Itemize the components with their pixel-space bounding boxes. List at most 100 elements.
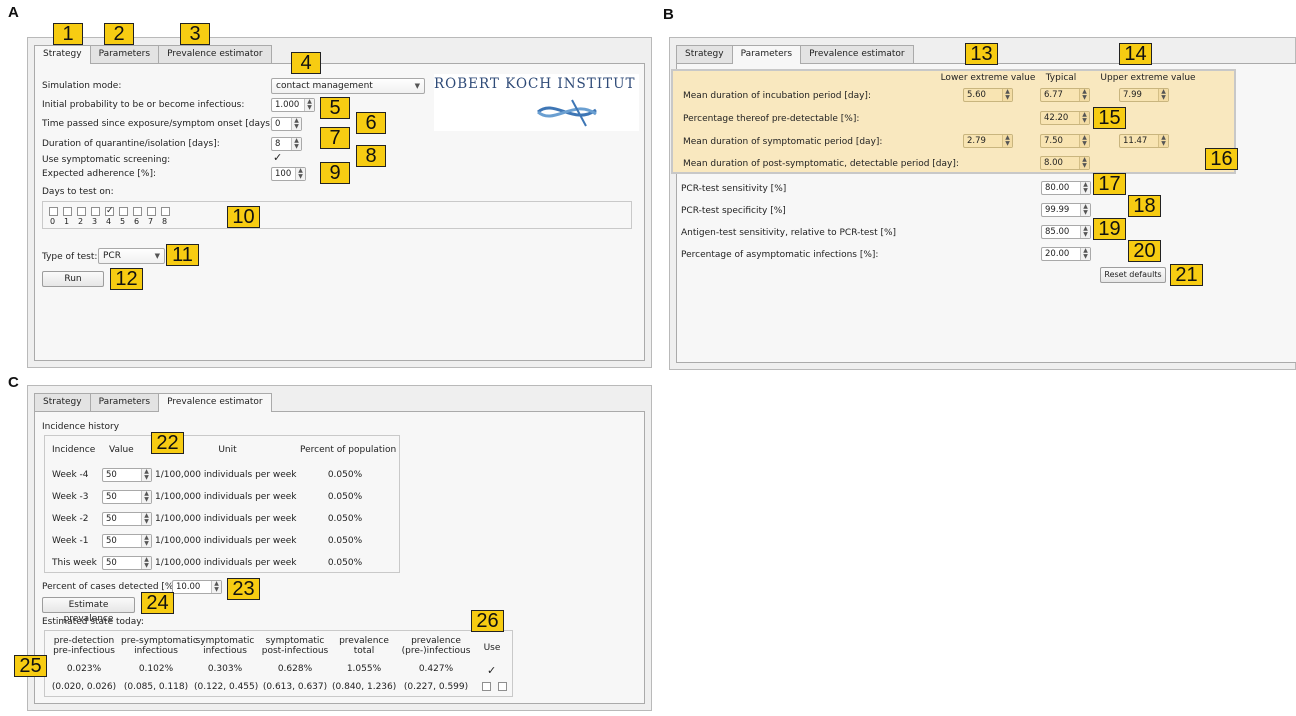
- state-header-6-line1: prevalence: [411, 636, 461, 646]
- adherence-value: 100: [275, 169, 292, 179]
- dna-helix-icon: [537, 99, 597, 127]
- tab-strategy[interactable]: Strategy: [34, 393, 91, 411]
- tab-prevalence-estimator[interactable]: Prevalence estimator: [158, 45, 272, 63]
- pcr-specificity-input[interactable]: 99.99 ▲ ▼: [1041, 203, 1091, 217]
- symptomatic-upper-input[interactable]: 11.47 ▲ ▼: [1119, 134, 1169, 148]
- spinner-arrows-icon[interactable]: ▲ ▼: [1158, 89, 1168, 101]
- spinner-arrows-icon[interactable]: ▲ ▼: [304, 99, 314, 111]
- incubation-typical-input[interactable]: 6.77 ▲ ▼: [1040, 88, 1090, 102]
- cases-detected-input[interactable]: 10.00 ▲ ▼: [172, 580, 222, 594]
- simulation-mode-select[interactable]: contact management ▼: [271, 78, 425, 94]
- tab-parameters[interactable]: Parameters: [89, 393, 160, 411]
- incidence-value-input[interactable]: 50 ▲ ▼: [102, 512, 152, 526]
- tab-bar: Strategy Parameters Prevalence estimator: [34, 393, 272, 412]
- use-range-checkbox-2[interactable]: [498, 682, 507, 691]
- state-header-4-line2: post-infectious: [261, 646, 329, 656]
- incubation-upper-input[interactable]: 7.99 ▲ ▼: [1119, 88, 1169, 102]
- badge-25: 25: [14, 655, 47, 677]
- symptomatic-lower-input[interactable]: 2.79 ▲ ▼: [963, 134, 1013, 148]
- tab-strategy[interactable]: Strategy: [34, 45, 91, 64]
- tab-prevalence-estimator[interactable]: Prevalence estimator: [800, 45, 914, 63]
- incidence-value-input[interactable]: 50 ▲ ▼: [102, 490, 152, 504]
- spinner-arrows-icon[interactable]: ▲ ▼: [141, 513, 151, 525]
- spinner-arrows-icon[interactable]: ▲ ▼: [1002, 89, 1012, 101]
- badge-17: 17: [1093, 173, 1126, 195]
- incidence-value-input[interactable]: 50 ▲ ▼: [102, 534, 152, 548]
- duration-input[interactable]: 8 ▲ ▼: [271, 137, 302, 151]
- incubation-lower-input[interactable]: 5.60 ▲ ▼: [963, 88, 1013, 102]
- estimate-prevalence-button[interactable]: Estimate prevalence: [42, 597, 135, 624]
- antigen-sensitivity-input[interactable]: 85.00 ▲ ▼: [1041, 225, 1091, 239]
- incidence-unit: 1/100,000 individuals per week: [155, 470, 297, 480]
- reset-defaults-button[interactable]: Reset defaults: [1100, 267, 1166, 283]
- tab-parameters[interactable]: Parameters: [89, 45, 160, 63]
- spinner-arrows-icon[interactable]: ▲ ▼: [1158, 135, 1168, 147]
- spinner-arrows-icon[interactable]: ▲ ▼: [141, 535, 151, 547]
- state-value-4: 0.628%: [277, 664, 313, 674]
- spinner-arrows-icon[interactable]: ▲ ▼: [211, 581, 221, 593]
- adherence-input[interactable]: 100 ▲ ▼: [271, 167, 306, 181]
- predetectable-typical-value: 42.20: [1044, 113, 1069, 123]
- day-checkbox-1[interactable]: [63, 207, 72, 216]
- spinner-arrows-icon[interactable]: ▲ ▼: [291, 138, 301, 150]
- test-type-select[interactable]: PCR ▼: [98, 248, 165, 264]
- state-header-2-line1: pre-symptomatic: [121, 636, 198, 646]
- badge-16: 16: [1205, 148, 1238, 170]
- spinner-arrows-icon[interactable]: ▲ ▼: [295, 168, 305, 180]
- spinner-arrows-icon[interactable]: ▲ ▼: [291, 118, 301, 130]
- predetectable-typical-input[interactable]: 42.20 ▲ ▼: [1040, 111, 1090, 125]
- day-checkbox-4[interactable]: ✓: [105, 207, 114, 216]
- badge-15: 15: [1093, 107, 1126, 129]
- spinner-arrows-icon[interactable]: ▲ ▼: [1080, 182, 1090, 194]
- run-button[interactable]: Run: [42, 271, 104, 287]
- day-checkbox-8[interactable]: [161, 207, 170, 216]
- use-range-checkbox-1[interactable]: [482, 682, 491, 691]
- day-checkbox-0[interactable]: [49, 207, 58, 216]
- symptomatic-typical-value: 7.50: [1044, 136, 1063, 146]
- day-checkbox-7[interactable]: [147, 207, 156, 216]
- spinner-arrows-icon[interactable]: ▲ ▼: [141, 557, 151, 569]
- table-row: Week -4 50 ▲ ▼ 1/100,000 individuals per wee…: [45, 467, 399, 483]
- incidence-percent: 0.050%: [327, 558, 363, 568]
- incubation-upper-value: 7.99: [1123, 90, 1142, 100]
- spinner-arrows-icon[interactable]: ▲ ▼: [1079, 157, 1089, 169]
- spinner-arrows-icon[interactable]: ▲ ▼: [1079, 89, 1089, 101]
- asymptomatic-value: 20.00: [1045, 249, 1070, 259]
- initial-probability-input[interactable]: 1.000 ▲ ▼: [271, 98, 315, 112]
- symptomatic-screening-checkbox[interactable]: ✓: [273, 152, 282, 163]
- symptomatic-typical-input[interactable]: 7.50 ▲ ▼: [1040, 134, 1090, 148]
- day-checkbox-6[interactable]: [133, 207, 142, 216]
- incidence-value-input[interactable]: 50 ▲ ▼: [102, 556, 152, 570]
- incidence-value-input[interactable]: 50 ▲ ▼: [102, 468, 152, 482]
- tab-strategy[interactable]: Strategy: [676, 45, 733, 63]
- badge-5: 5: [320, 97, 350, 119]
- incidence-week: Week -3: [52, 492, 89, 502]
- use-checkbox[interactable]: ✓: [487, 665, 496, 676]
- asymptomatic-input[interactable]: 20.00 ▲ ▼: [1041, 247, 1091, 261]
- spinner-arrows-icon[interactable]: ▲ ▼: [1002, 135, 1012, 147]
- incidence-value: 50: [106, 470, 117, 480]
- pcr-sensitivity-label: PCR-test sensitivity [%]: [681, 184, 787, 194]
- day-checkbox-5[interactable]: [119, 207, 128, 216]
- spinner-arrows-icon[interactable]: ▲ ▼: [1080, 226, 1090, 238]
- initial-probability-label: Initial probability to be or become infe…: [42, 100, 245, 110]
- initial-probability-value: 1.000: [275, 100, 300, 110]
- antigen-sensitivity-label: Antigen-test sensitivity, relative to PC…: [681, 228, 897, 238]
- spinner-arrows-icon[interactable]: ▲ ▼: [1080, 204, 1090, 216]
- spinner-arrows-icon[interactable]: ▲ ▼: [1079, 135, 1089, 147]
- incidence-percent: 0.050%: [327, 492, 363, 502]
- header-lower-extreme: Lower extreme value: [940, 73, 1036, 83]
- tab-prevalence-estimator[interactable]: Prevalence estimator: [158, 393, 272, 412]
- time-passed-input[interactable]: 0 ▲ ▼: [271, 117, 302, 131]
- spinner-arrows-icon[interactable]: ▲ ▼: [1080, 248, 1090, 260]
- spinner-arrows-icon[interactable]: ▲ ▼: [141, 491, 151, 503]
- tab-parameters[interactable]: Parameters: [731, 45, 802, 64]
- day-label-2: 2: [78, 217, 84, 226]
- day-checkbox-2[interactable]: [77, 207, 86, 216]
- day-checkbox-3[interactable]: [91, 207, 100, 216]
- pcr-sensitivity-input[interactable]: 80.00 ▲ ▼: [1041, 181, 1091, 195]
- day-label-6: 6: [134, 217, 140, 226]
- postsymptomatic-typical-input[interactable]: 8.00 ▲ ▼: [1040, 156, 1090, 170]
- spinner-arrows-icon[interactable]: ▲ ▼: [141, 469, 151, 481]
- spinner-arrows-icon[interactable]: ▲ ▼: [1079, 112, 1089, 124]
